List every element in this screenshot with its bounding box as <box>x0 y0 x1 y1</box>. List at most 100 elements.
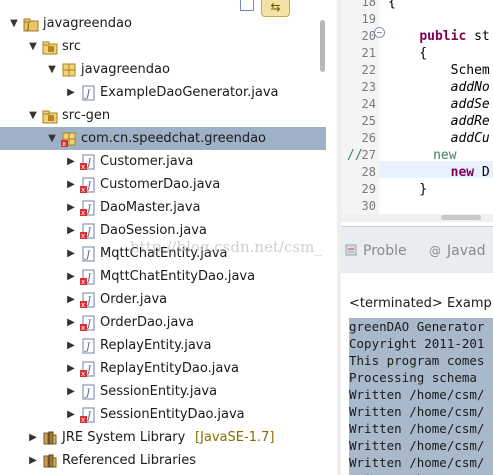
svg-text:x: x <box>81 232 85 239</box>
tree-item-label: ExampleDaoGenerator.java <box>100 85 279 100</box>
line-number: 23 <box>361 80 376 94</box>
tree-item[interactable]: ▼ src-gen <box>0 104 326 127</box>
tree-item[interactable]: ▶ Jx ReplayEntityDao.java <box>0 357 326 380</box>
collapsed-arrow-icon[interactable]: ▶ <box>64 242 78 265</box>
console-line: Written /home/csm/ <box>349 437 493 454</box>
java-file-error-icon: Jx <box>80 154 96 171</box>
line-number: 29 <box>361 182 376 196</box>
tree-item[interactable]: ▶ Jx SessionEntityDao.java <box>0 403 326 426</box>
package-icon <box>61 62 77 78</box>
line-number: 25 <box>361 114 376 128</box>
tree-item-label: Referenced Libraries <box>62 453 196 468</box>
tree-item[interactable]: ▶ J SessionEntity.java <box>0 380 326 403</box>
tab-proble[interactable]: Proble <box>345 241 407 261</box>
code-text: new <box>362 148 457 163</box>
tree-item-label: Order.java <box>100 292 168 307</box>
svg-text:x: x <box>81 163 85 170</box>
tree-item-label: com.cn.speedchat.greendao <box>81 131 266 146</box>
collapsed-arrow-icon[interactable]: ▶ <box>64 380 78 403</box>
collapsed-arrow-icon[interactable]: ▶ <box>64 81 78 104</box>
code-text: Schem <box>388 63 490 78</box>
java-file-error-icon: Jx <box>80 315 96 332</box>
tree-item[interactable]: ▶ JRE System Library [JavaSE-1.7] <box>0 426 326 449</box>
tree-item-label: javagreendao <box>43 16 132 31</box>
tree-item[interactable]: ▶ Jx DaoMaster.java <box>0 196 326 219</box>
code-text: addCu <box>388 131 490 146</box>
tree-item-label: SessionEntity.java <box>100 384 218 399</box>
java-file-error-icon: Jx <box>80 269 96 286</box>
collapse-all-icon[interactable] <box>240 0 254 11</box>
code-line: addSe <box>388 96 490 113</box>
collapsed-arrow-icon[interactable]: ▶ <box>64 334 78 357</box>
console-line: Copyright 2011-201 <box>349 335 493 352</box>
svg-text:J: J <box>84 89 91 100</box>
tree-item-label: SessionEntityDao.java <box>100 407 245 422</box>
collapsed-arrow-icon[interactable]: ▶ <box>64 288 78 311</box>
collapsed-arrow-icon[interactable]: ▶ <box>64 173 78 196</box>
link-with-editor-icon[interactable]: ⇆ <box>261 0 290 17</box>
editor-horizontal-scrollbar[interactable] <box>341 214 493 222</box>
tree-item-label: Customer.java <box>100 154 194 169</box>
tree-scrollbar[interactable] <box>320 20 325 72</box>
collapsed-arrow-icon[interactable]: ▶ <box>64 403 78 426</box>
collapsed-arrow-icon[interactable]: ▶ <box>64 196 78 219</box>
collapsed-arrow-icon[interactable]: ▶ <box>64 150 78 173</box>
tree-item-label: ReplayEntity.java <box>100 338 212 353</box>
package-error-icon: x <box>61 131 77 148</box>
java-project-icon: J <box>23 16 39 32</box>
library-icon <box>42 430 58 446</box>
code-editor[interactable]: 18 19 20 21 22 23 24 25 26 27 28 29 30 − { public st… <box>341 0 493 222</box>
expanded-arrow-icon[interactable]: ▼ <box>7 12 21 35</box>
code-text: D <box>474 165 490 180</box>
java-file-error-icon: Jx <box>80 361 96 378</box>
collapsed-arrow-icon[interactable]: ▶ <box>26 426 40 449</box>
console-line: Written /home/csm/ <box>349 386 493 403</box>
tree-item[interactable]: ▶ Referenced Libraries <box>0 449 326 472</box>
code-text: addNo <box>388 80 490 95</box>
tree-item[interactable]: ▼ javagreendao <box>0 58 326 81</box>
line-number: 18 <box>361 0 376 9</box>
expanded-arrow-icon[interactable]: ▼ <box>26 104 40 127</box>
console-view: Proble @ Javad <terminated> Exampl greenDA… <box>341 226 493 475</box>
line-number: 24 <box>361 97 376 111</box>
expanded-arrow-icon[interactable]: ▼ <box>26 35 40 58</box>
tree-item[interactable]: ▶ Jx CustomerDao.java <box>0 173 326 196</box>
console-line: Processing schema <box>349 369 493 386</box>
svg-text:J: J <box>84 388 91 399</box>
tree-item[interactable]: ▶ J ExampleDaoGenerator.java <box>0 81 326 104</box>
code-line: { <box>388 0 396 11</box>
tree-item[interactable]: ▼ src <box>0 35 326 58</box>
collapsed-arrow-icon[interactable]: ▶ <box>64 219 78 242</box>
collapsed-arrow-icon[interactable]: ▶ <box>64 311 78 334</box>
code-keyword: public <box>419 29 467 44</box>
tab-label: Javad <box>447 243 486 259</box>
tree-item[interactable]: ▼ x com.cn.speedchat.greendao <box>0 127 326 150</box>
tab-javad[interactable]: @ Javad <box>429 241 485 261</box>
library-icon <box>42 453 58 469</box>
svg-text:J: J <box>26 22 29 31</box>
source-folder-icon <box>42 108 58 124</box>
expanded-arrow-icon[interactable]: ▼ <box>45 58 59 81</box>
console-line: Written /home/csm/ <box>349 420 493 437</box>
java-file-icon: J <box>80 246 96 262</box>
collapsed-arrow-icon[interactable]: ▶ <box>26 449 40 472</box>
tree-item-label: src <box>62 39 81 54</box>
collapsed-arrow-icon[interactable]: ▶ <box>64 265 78 288</box>
fold-collapse-icon[interactable]: − <box>374 27 385 38</box>
svg-text:x: x <box>81 370 85 377</box>
expanded-arrow-icon[interactable]: ▼ <box>45 127 59 150</box>
line-number: 19 <box>361 12 376 26</box>
tree-item-label: ReplayEntityDao.java <box>100 361 239 376</box>
tree-item[interactable]: ▶ J ReplayEntity.java <box>0 334 326 357</box>
svg-text:x: x <box>81 324 85 331</box>
tree-item[interactable]: ▶ Jx Customer.java <box>0 150 326 173</box>
console-title: <terminated> Exampl <box>349 296 493 311</box>
java-file-icon: J <box>80 384 96 400</box>
svg-text:x: x <box>81 416 85 423</box>
collapsed-arrow-icon[interactable]: ▶ <box>64 357 78 380</box>
svg-text:x: x <box>62 140 66 147</box>
tree-item[interactable]: ▶ Jx MqttChatEntityDao.java <box>0 265 326 288</box>
tree-item[interactable]: ▶ Jx Order.java <box>0 288 326 311</box>
java-file-error-icon: Jx <box>80 292 96 309</box>
tree-item[interactable]: ▶ Jx OrderDao.java <box>0 311 326 334</box>
